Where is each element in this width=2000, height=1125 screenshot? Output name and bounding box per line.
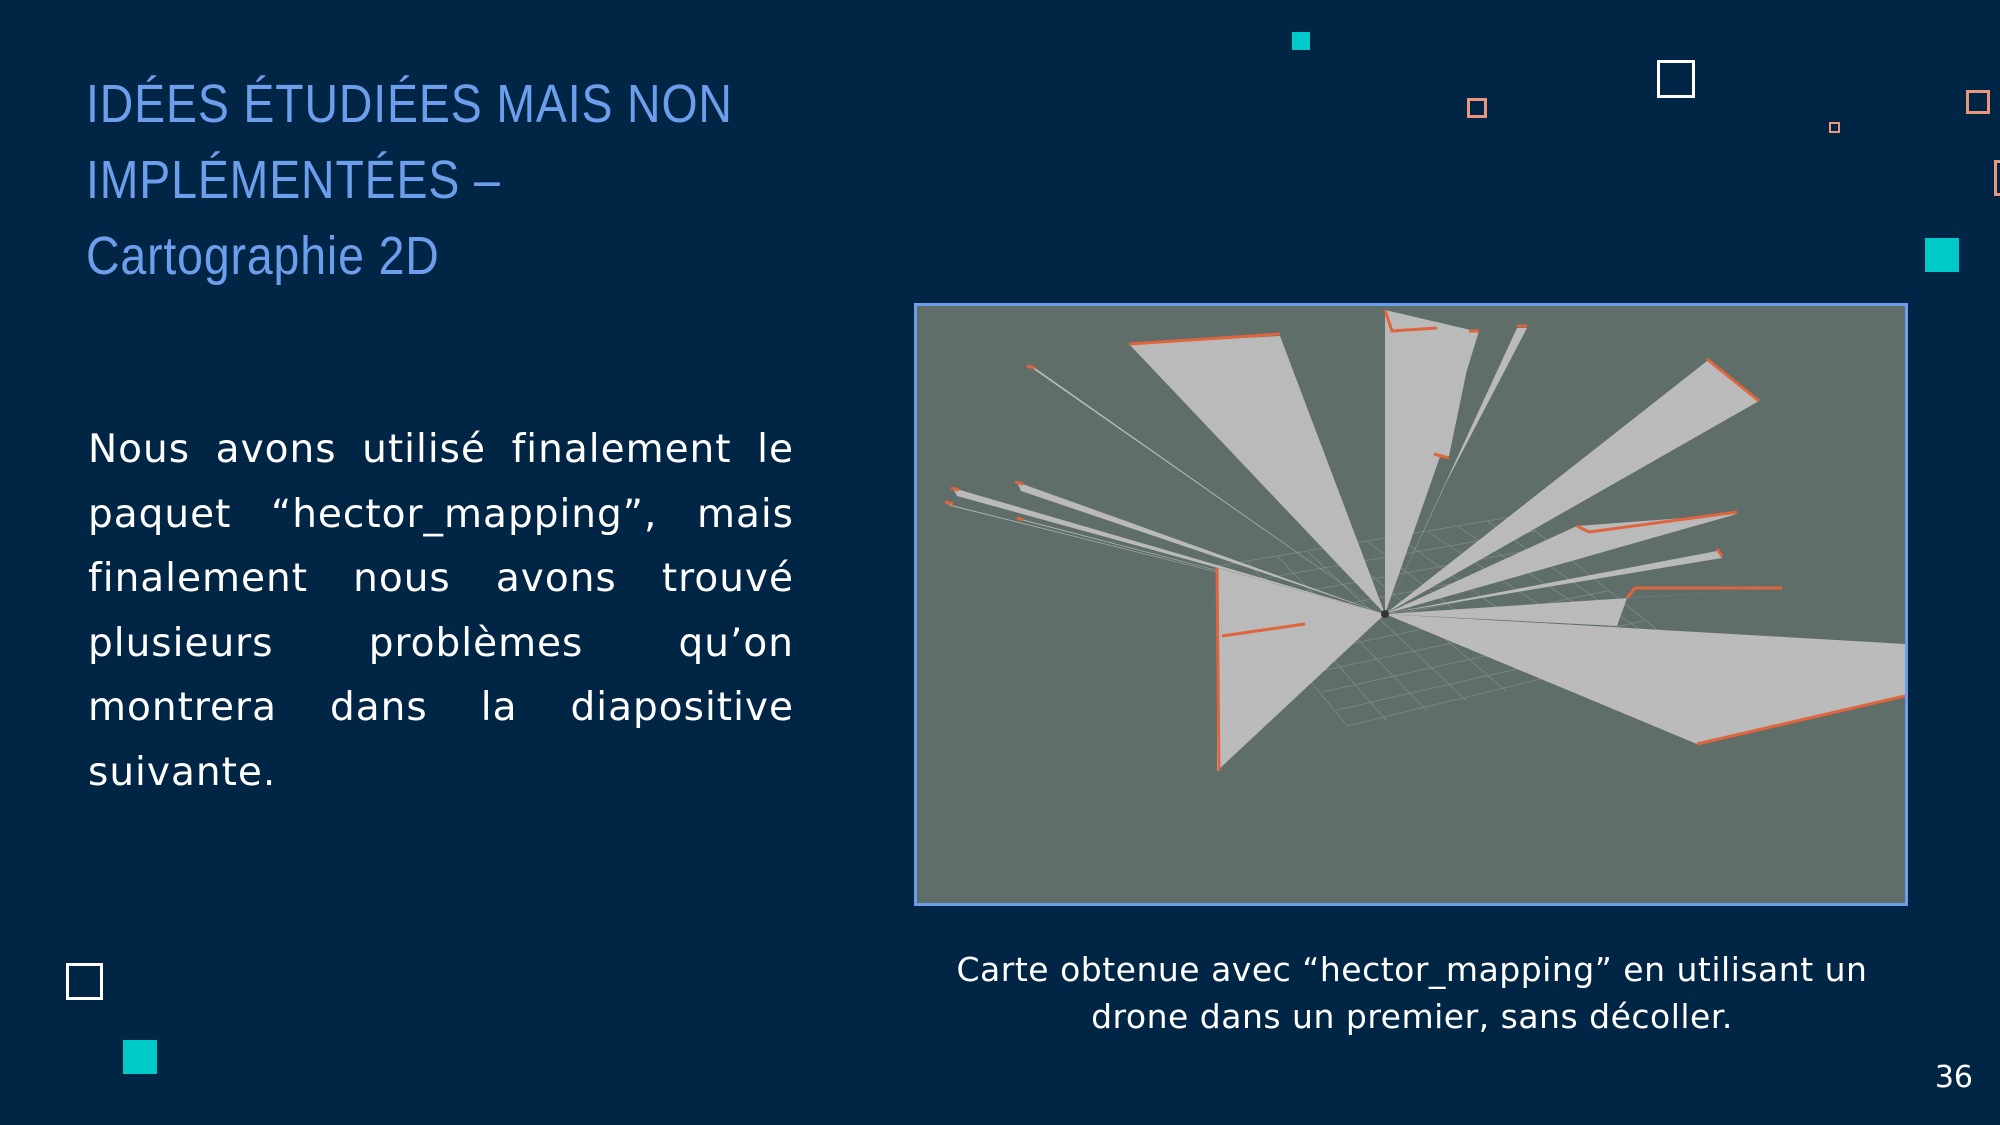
figure-caption: Carte obtenue avec “hector_mapping” en u… [912,946,1912,1040]
decorative-square-orange [1994,160,2000,196]
title-line-1: IDÉES ÉTUDIÉES MAIS NON IMPLÉMENTÉES – [86,74,733,210]
decorative-square-white [66,963,103,1000]
robot-origin-marker [1381,610,1389,618]
title-line-2: Cartographie 2D [86,226,440,286]
decorative-square-teal [123,1040,157,1074]
free-space-rays [947,310,1905,771]
slide-title: IDÉES ÉTUDIÉES MAIS NON IMPLÉMENTÉES – C… [86,66,1118,294]
caption-line-1: Carte obtenue avec “hector_mapping” en u… [956,950,1868,989]
hector-map-render [944,309,1905,772]
page-number: 36 [1934,1060,1973,1095]
decorative-square-orange [1829,122,1840,133]
body-paragraph: Nous avons utilisé finalement le paquet … [88,427,794,795]
decorative-square-teal [1292,32,1310,50]
caption-line-2: drone dans un premier, sans décoller. [1091,997,1733,1036]
decorative-square-white [1657,60,1695,98]
decorative-square-teal [1925,238,1959,272]
decorative-square-orange [1966,90,1990,114]
slide: IDÉES ÉTUDIÉES MAIS NON IMPLÉMENTÉES – C… [0,0,2000,1125]
map-image [914,303,1908,906]
decorative-square-orange [1467,98,1487,118]
